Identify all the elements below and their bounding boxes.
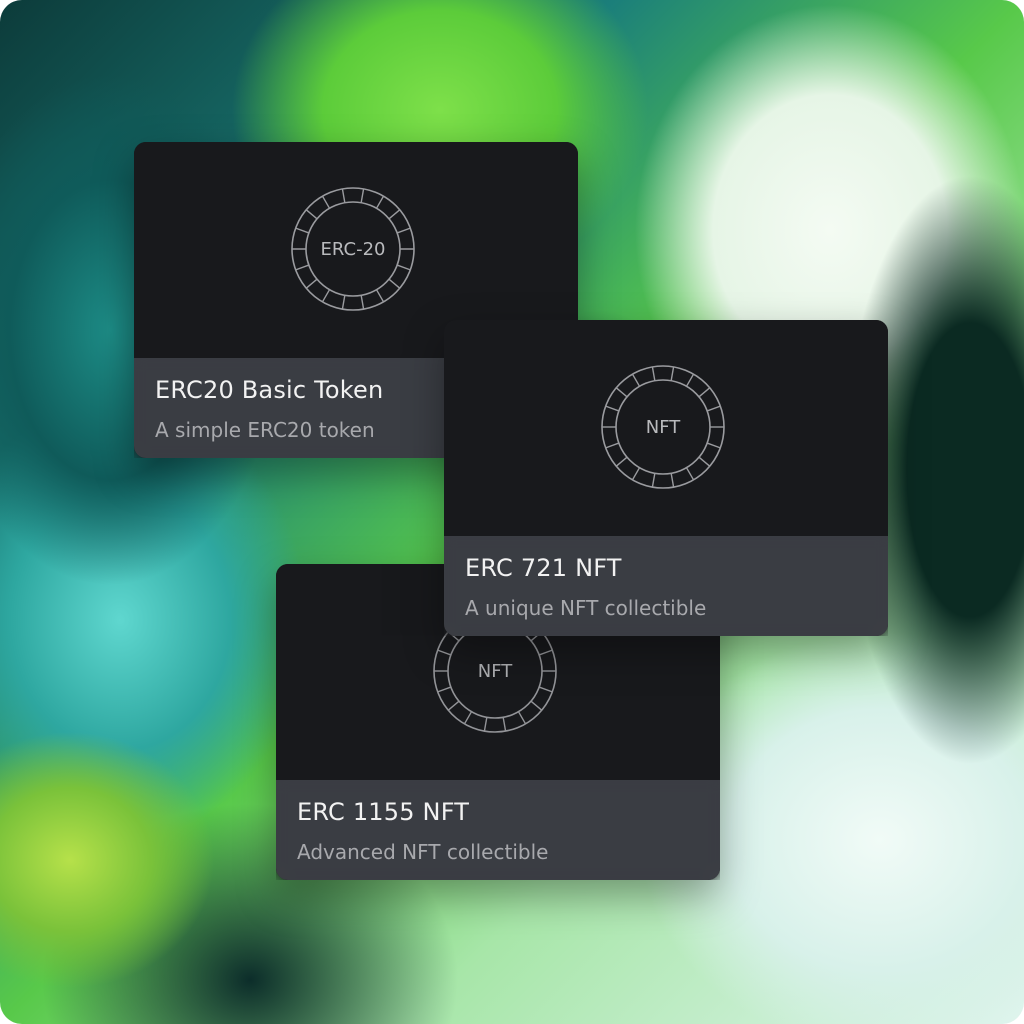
marbled-background: ERC-20 ERC20 Basic Token A simple ERC20 … xyxy=(0,0,1024,1024)
card-footer: ERC 1155 NFT Advanced NFT collectible xyxy=(276,780,720,880)
card-subtitle: A simple ERC20 token xyxy=(155,418,375,442)
card-footer: ERC 721 NFT A unique NFT collectible xyxy=(444,536,888,636)
token-card-erc721[interactable]: NFT ERC 721 NFT A unique NFT collectible xyxy=(444,320,888,636)
card-title: ERC 721 NFT xyxy=(465,554,622,582)
badge-label: ERC-20 xyxy=(320,238,386,260)
badge-label: NFT xyxy=(645,416,681,438)
card-subtitle: Advanced NFT collectible xyxy=(297,840,549,864)
card-preview: NFT xyxy=(444,320,888,536)
card-subtitle: A unique NFT collectible xyxy=(465,596,707,620)
card-title: ERC 1155 NFT xyxy=(297,798,470,826)
coin-ring-icon: NFT xyxy=(598,362,728,492)
card-title: ERC20 Basic Token xyxy=(155,376,384,404)
coin-ring-icon: ERC-20 xyxy=(288,184,418,314)
